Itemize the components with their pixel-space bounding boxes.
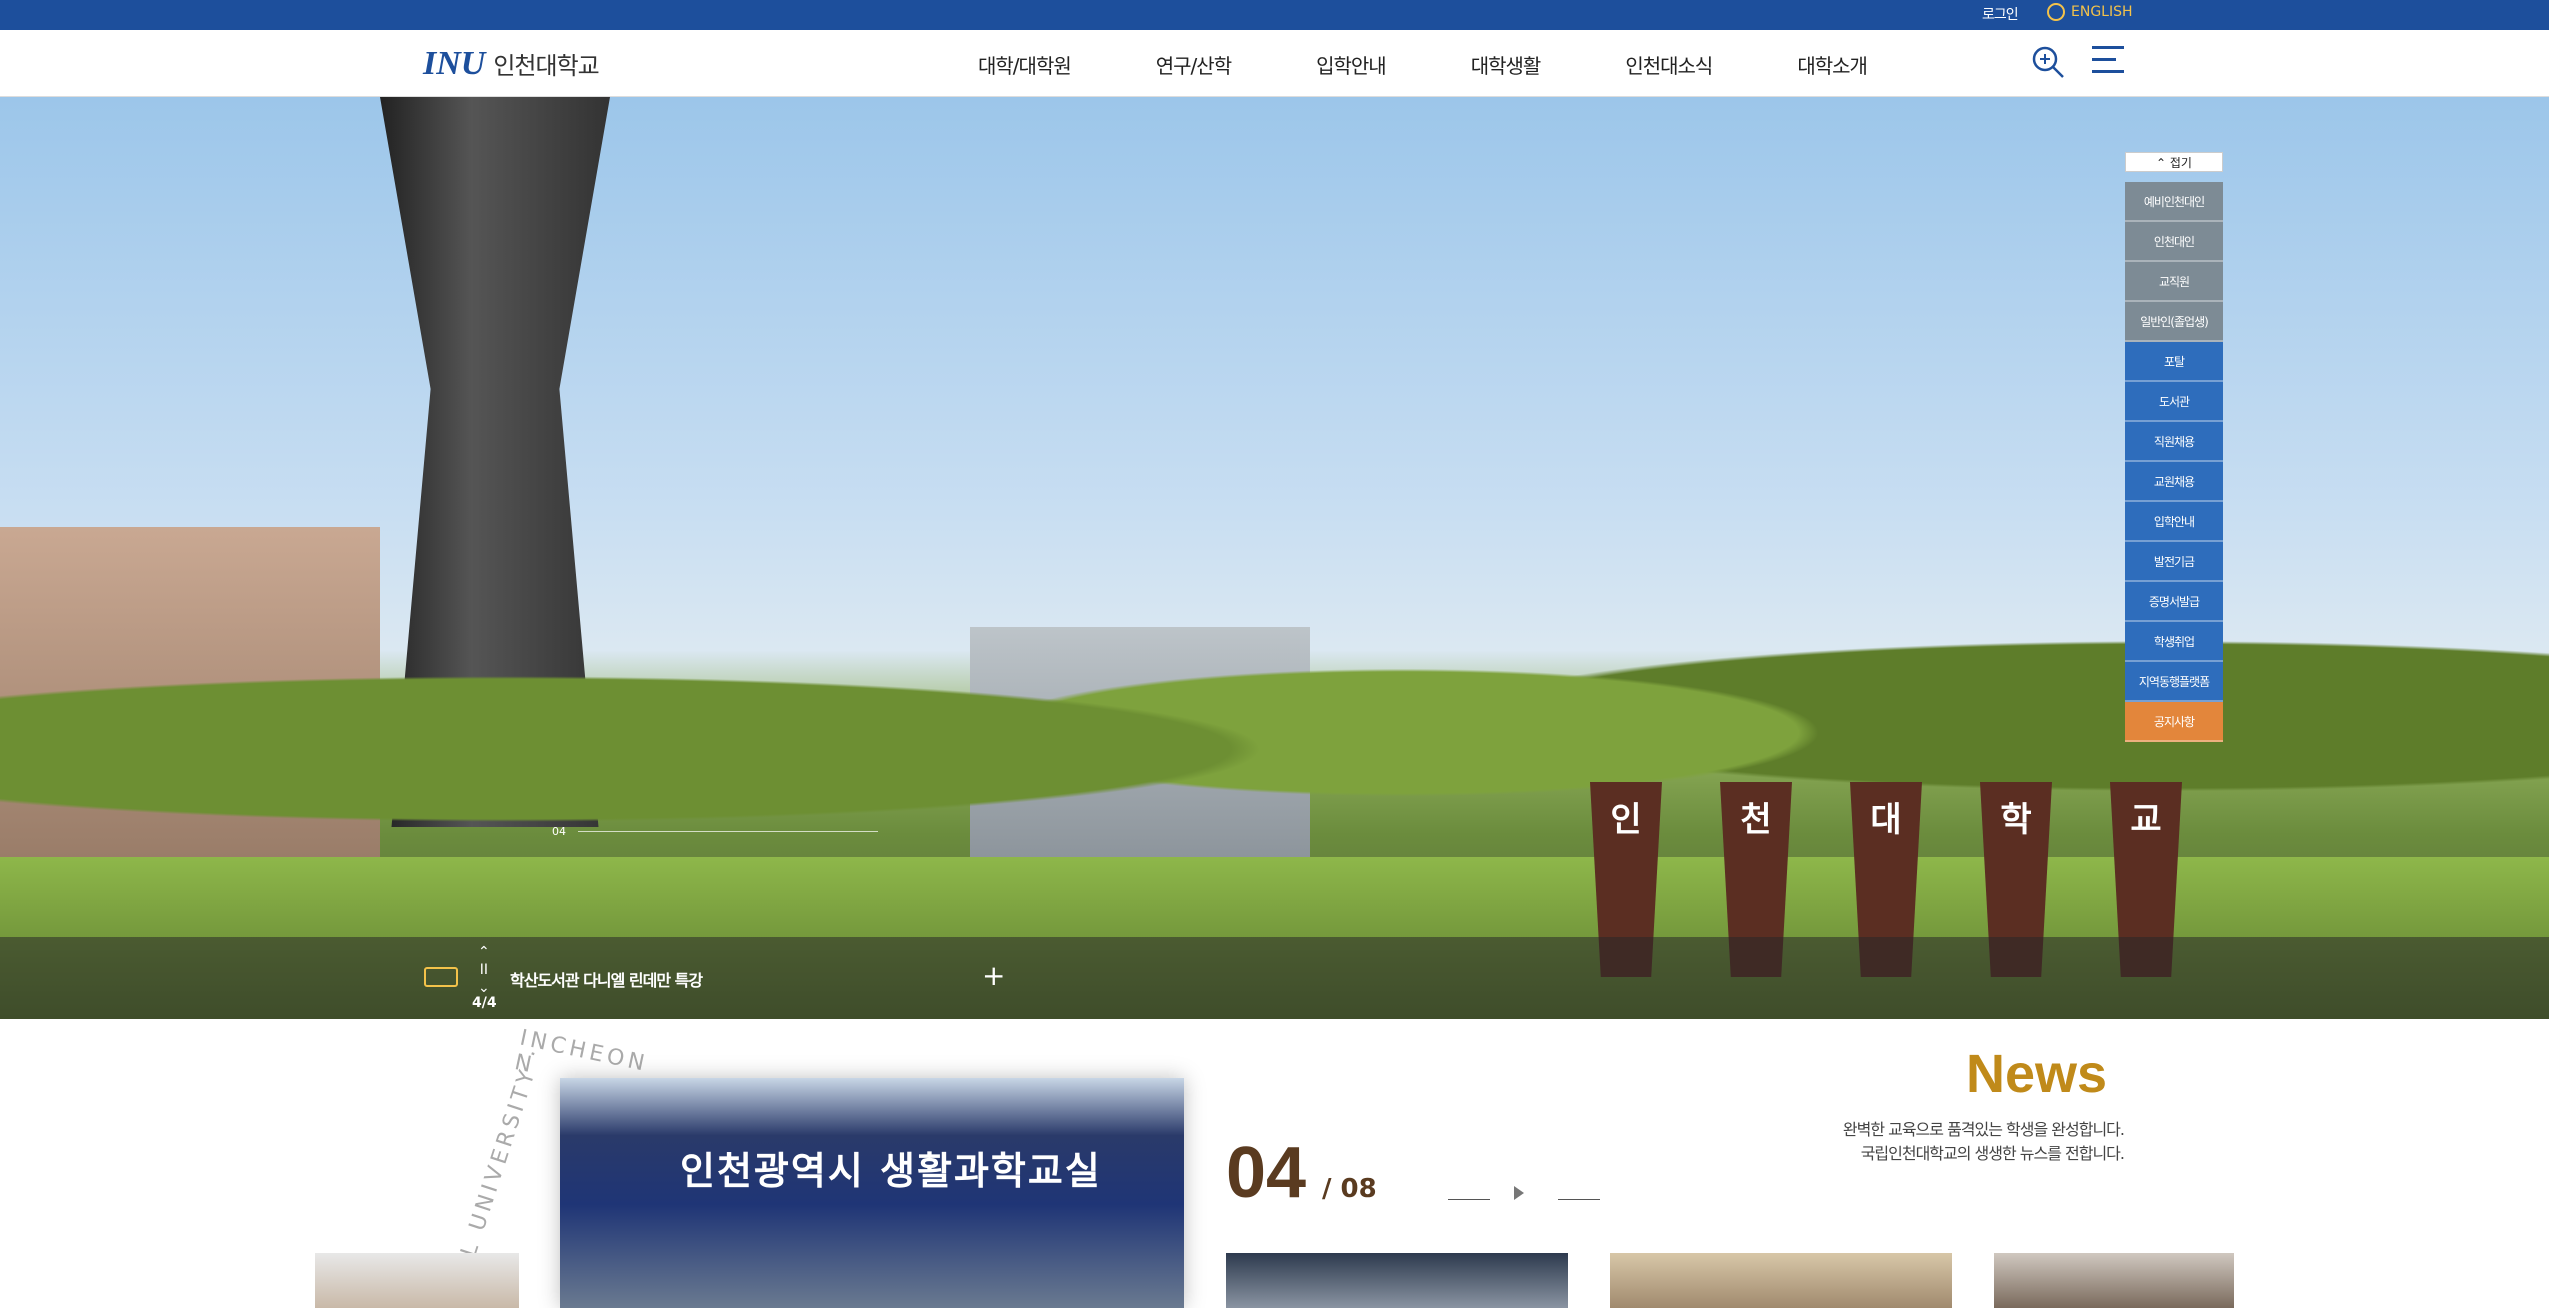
news-current-index: 04 (1226, 1133, 1307, 1213)
english-label: ENGLISH (2071, 4, 2133, 20)
menu-item-news[interactable]: 인천대소식 (1625, 50, 1713, 79)
quick-item-faculty-recruit[interactable]: 교원채용 (2125, 462, 2223, 502)
arrow-right-icon[interactable] (1558, 1186, 1600, 1200)
quick-item-prospective[interactable]: 예비인천대인 (2125, 182, 2223, 222)
menu-item-campus-life[interactable]: 대학생활 (1471, 50, 1542, 79)
menu-item-admission[interactable]: 입학안내 (1316, 50, 1387, 79)
english-link[interactable]: ENGLISH (2047, 3, 2133, 21)
arrow-left-icon[interactable] (1448, 1186, 1490, 1200)
logo-name: 인천대학교 (493, 52, 599, 80)
news-thumbnail[interactable] (1610, 1253, 1952, 1308)
hamburger-menu-icon[interactable] (2092, 46, 2124, 78)
main-navigation: INU 인천대학교 대학/대학원 연구/산학 입학안내 대학생활 인천대소식 대… (0, 30, 2549, 97)
quick-menu: ⌃ 접기 예비인천대인 인천대인 교직원 일반인(졸업생) 포탈 도서관 직원채… (2125, 152, 2223, 742)
quick-item-notice[interactable]: 공지사항 (2125, 702, 2223, 742)
menu-item-about[interactable]: 대학소개 (1797, 50, 1868, 79)
quick-menu-fold-button[interactable]: ⌃ 접기 (2125, 152, 2223, 172)
menu-item-college[interactable]: 대학/대학원 (978, 50, 1072, 79)
quick-item-students[interactable]: 인천대인 (2125, 222, 2223, 262)
search-icon[interactable] (2030, 44, 2066, 80)
university-logo[interactable]: INU 인천대학교 (423, 36, 600, 91)
chevron-up-icon[interactable]: ⌃ (478, 943, 490, 961)
megaphone-icon (424, 967, 458, 987)
logo-mark: INU (423, 44, 486, 82)
quick-item-alumni[interactable]: 일반인(졸업생) (2125, 302, 2223, 342)
ticker-count: 4/4 (472, 995, 497, 1011)
quick-item-portal[interactable]: 포탈 (2125, 342, 2223, 382)
news-section-title: News (1966, 1044, 2108, 1104)
notice-ticker: ⌃ II ⌄ 학산도서관 다니엘 린데만 특강 4/4 + (0, 937, 2549, 1019)
menu-item-research[interactable]: 연구/산학 (1156, 50, 1232, 79)
quick-item-staff-recruit[interactable]: 직원채용 (2125, 422, 2223, 462)
top-utility-bar: 로그인 ENGLISH (0, 0, 2549, 30)
slide-progress-line (578, 831, 878, 832)
play-icon[interactable] (1514, 1186, 1524, 1200)
pause-icon[interactable]: II (478, 961, 490, 979)
quick-item-career[interactable]: 학생취업 (2125, 622, 2223, 662)
news-total: / 08 (1322, 1174, 1377, 1204)
quick-item-fund[interactable]: 발전기금 (2125, 542, 2223, 582)
quick-item-regional-platform[interactable]: 지역동행플랫폼 (2125, 662, 2223, 702)
slide-indicator: 04 (552, 825, 566, 838)
globe-icon (2047, 3, 2065, 21)
photo-banner-text: 인천광역시 생활과학교실 (680, 1149, 1102, 1193)
news-main-photo[interactable]: 인천광역시 생활과학교실 (560, 1078, 1184, 1308)
quick-item-certificate[interactable]: 증명서발급 (2125, 582, 2223, 622)
plus-icon[interactable]: + (982, 959, 1005, 992)
login-link[interactable]: 로그인 (1982, 4, 2019, 24)
news-description: 완벽한 교육으로 품격있는 학생을 완성합니다. 국립인천대학교의 생생한 뉴스… (1842, 1120, 2125, 1163)
gnb-menu: 대학/대학원 연구/산학 입학안내 대학생활 인천대소식 대학소개 (978, 50, 1952, 79)
ticker-controls: ⌃ II ⌄ (478, 943, 490, 997)
quick-item-staff[interactable]: 교직원 (2125, 262, 2223, 302)
news-thumbnail[interactable] (1994, 1253, 2234, 1308)
news-thumbnail[interactable] (315, 1253, 519, 1308)
news-thumbnail[interactable] (1226, 1253, 1568, 1308)
quick-item-library[interactable]: 도서관 (2125, 382, 2223, 422)
ticker-notice-link[interactable]: 학산도서관 다니엘 린데만 특강 (510, 967, 703, 991)
quick-item-admission[interactable]: 입학안내 (2125, 502, 2223, 542)
